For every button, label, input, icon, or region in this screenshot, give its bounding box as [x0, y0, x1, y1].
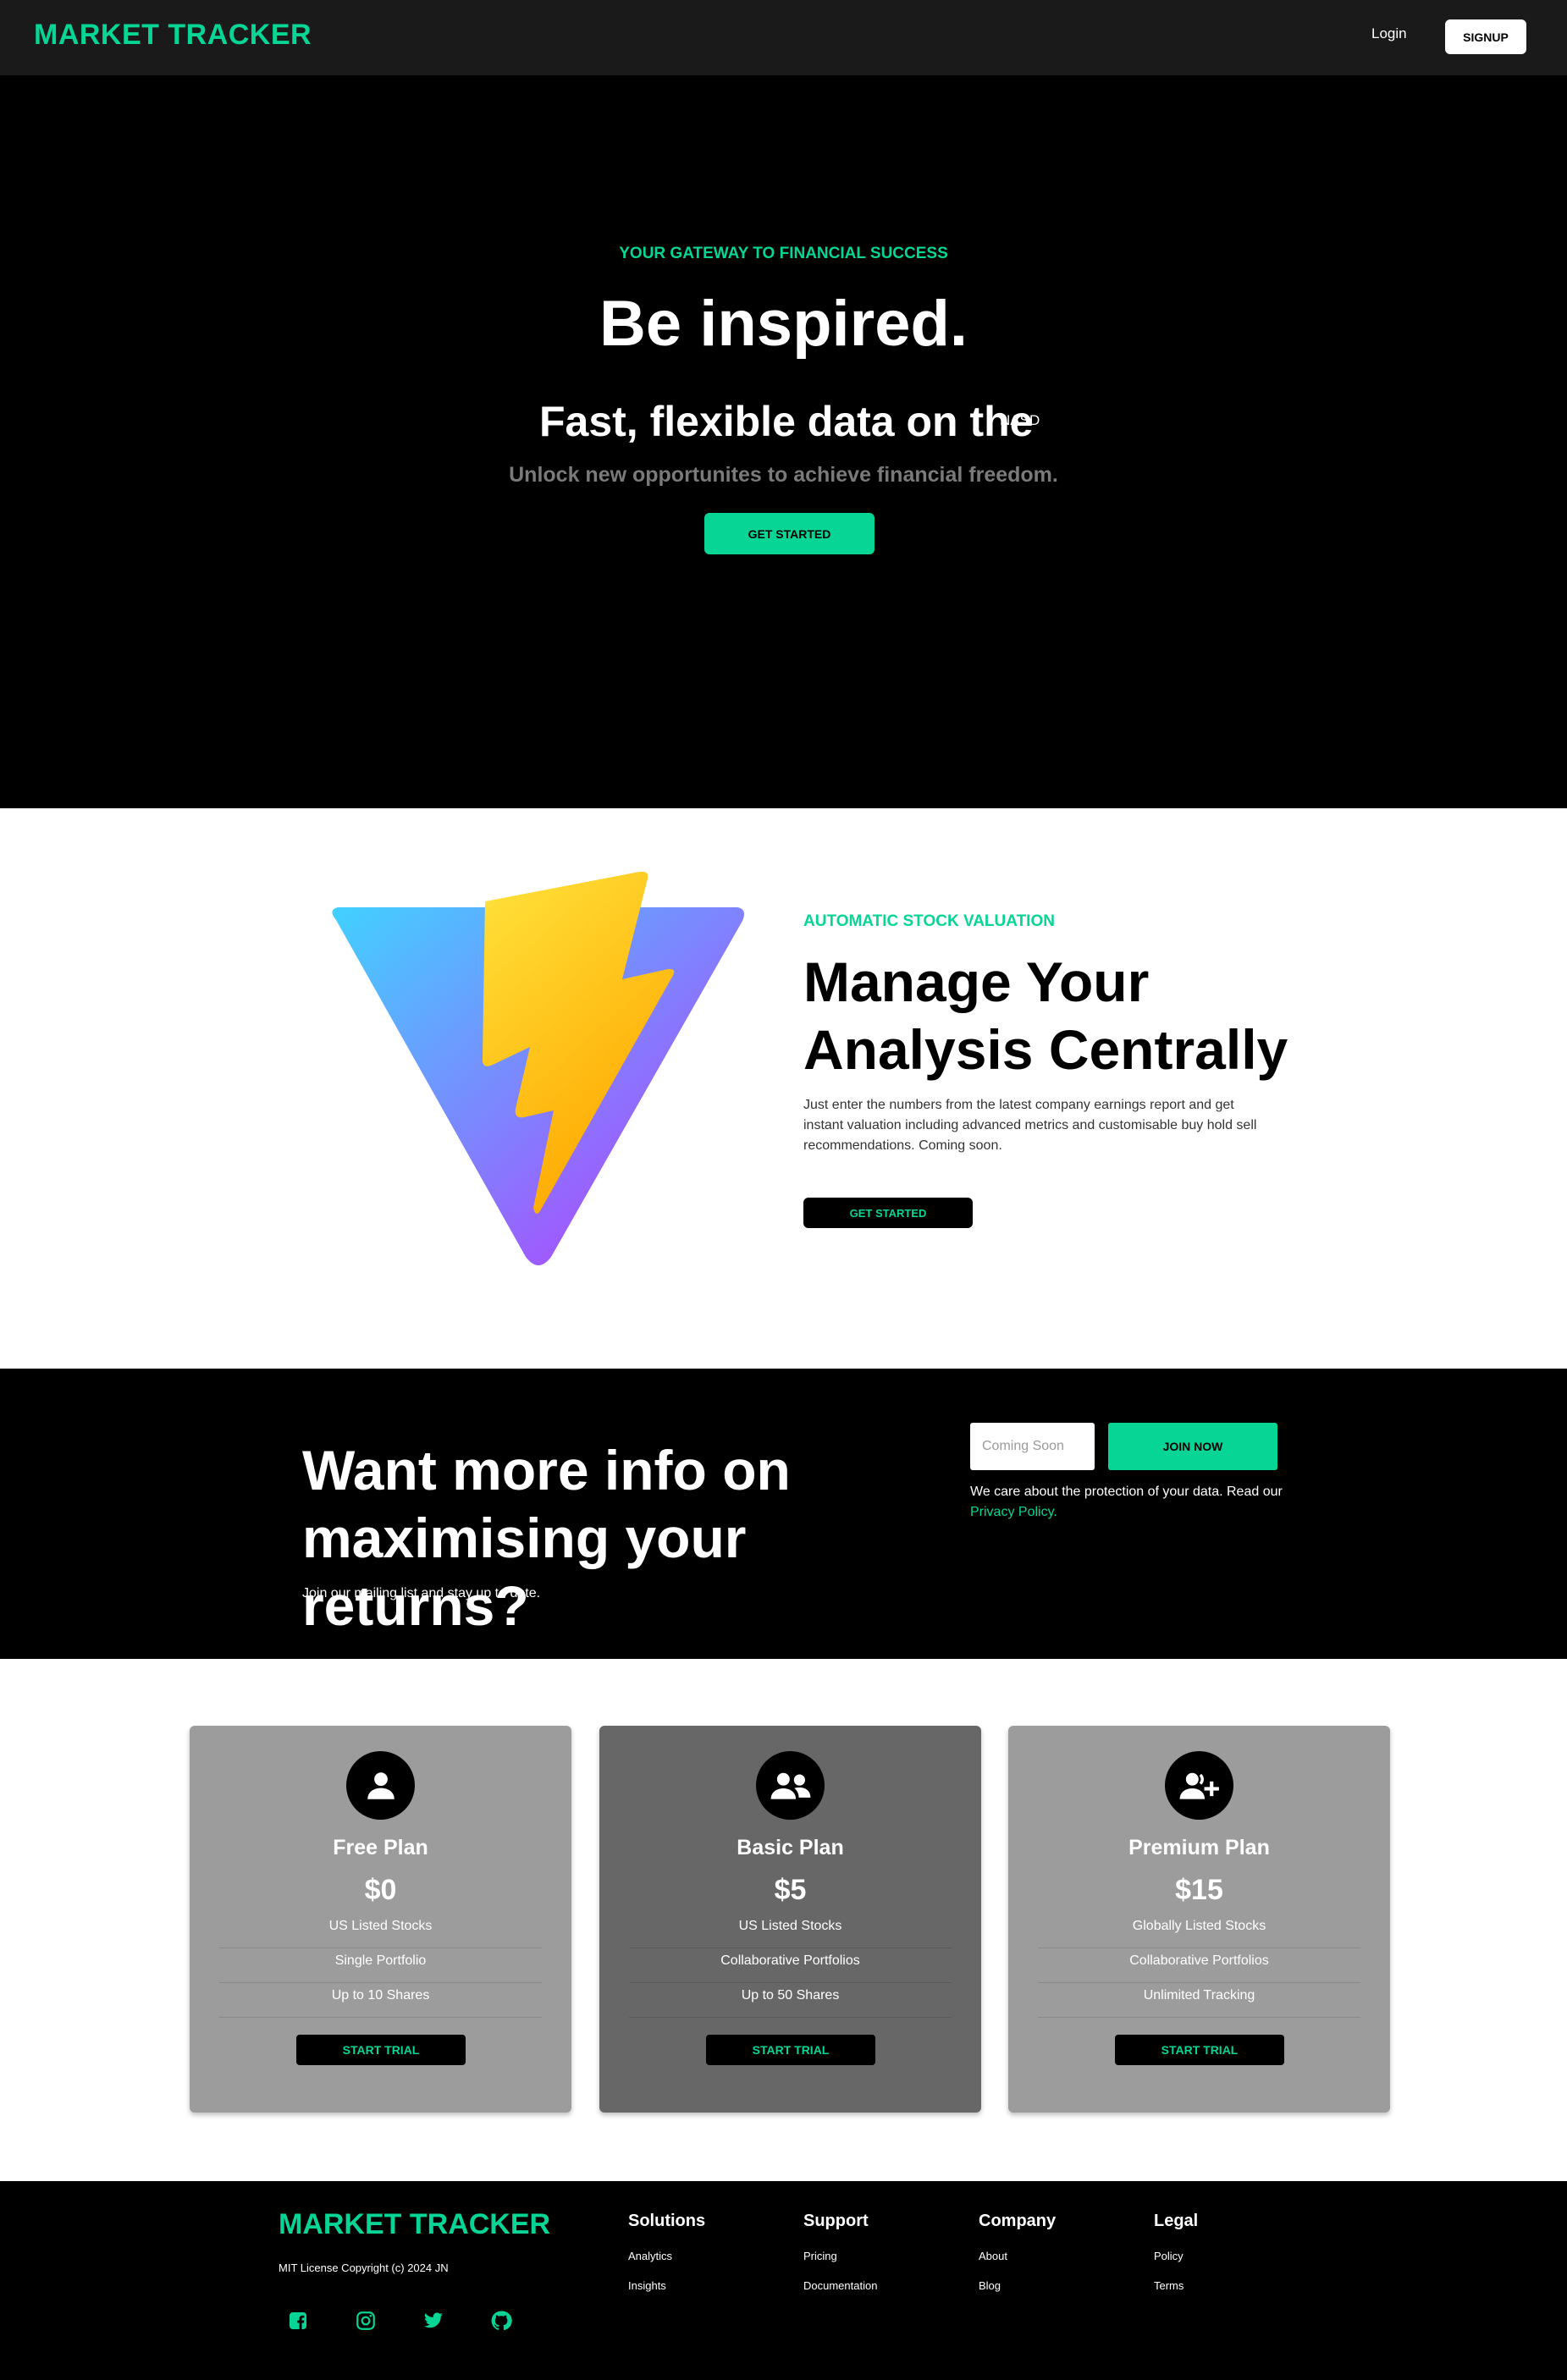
signup-button[interactable]: SIGNUP [1445, 19, 1526, 54]
plan-feature: Collaborative Portfolios [629, 1948, 952, 1983]
brand-logo[interactable]: MARKET TRACKER [34, 19, 312, 52]
plan-name: Premium Plan [1128, 1836, 1270, 1859]
facebook-icon[interactable] [285, 2308, 311, 2333]
footer-column-support: Support Pricing Documentation [803, 2212, 877, 2309]
footer-brand[interactable]: MARKET TRACKER [279, 2208, 550, 2241]
footer-license: MIT License Copyright (c) 2024 JN [279, 2262, 449, 2274]
privacy-notice: We care about the protection of your dat… [970, 1482, 1292, 1523]
start-trial-button[interactable]: START TRIAL [296, 2035, 466, 2065]
plan-features: US Listed Stocks Single Portfolio Up to … [219, 1914, 542, 2018]
hero-ticker: NASD [1000, 412, 1040, 428]
hero-eyebrow: YOUR GATEWAY TO FINANCIAL SUCCESS [619, 245, 948, 262]
pricing-section: Free Plan $0 US Listed Stocks Single Por… [0, 1659, 1567, 2181]
hero-subtitle-row: Fast, flexible data on the NASD [0, 397, 1567, 448]
footer-link[interactable]: Policy [1154, 2250, 1198, 2262]
hero-title: Be inspired. [599, 288, 968, 360]
join-now-button[interactable]: JOIN NOW [1108, 1423, 1277, 1470]
feature-title-line1: Manage Your [803, 950, 1150, 1013]
hero-get-started-button[interactable]: GET STARTED [704, 513, 875, 554]
twitter-icon[interactable] [421, 2308, 446, 2333]
feature-section: AUTOMATIC STOCK VALUATION Manage Your An… [0, 808, 1567, 1369]
hero-lead: Unlock new opportunites to achieve finan… [509, 463, 1058, 487]
plan-feature: Up to 50 Shares [629, 1983, 952, 2018]
top-nav: MARKET TRACKER Login SIGNUP [0, 0, 1567, 75]
plan-price: $15 [1175, 1874, 1223, 1906]
newsletter-subtitle: Join our mailing list and stay up to dat… [302, 1586, 541, 1600]
pricing-card-basic: Basic Plan $5 US Listed Stocks Collabora… [599, 1726, 981, 2113]
footer: MARKET TRACKER MIT License Copyright (c)… [0, 2181, 1567, 2380]
feature-title: Manage Your Analysis Centrally [803, 948, 1311, 1083]
hero-subtitle: Fast, flexible data on the [539, 398, 1034, 445]
login-link[interactable]: Login [1371, 25, 1407, 42]
plan-features: US Listed Stocks Collaborative Portfolio… [629, 1914, 952, 2018]
plan-features: Globally Listed Stocks Collaborative Por… [1038, 1914, 1360, 2018]
footer-link[interactable]: Terms [1154, 2279, 1198, 2292]
footer-column-title: Company [979, 2212, 1057, 2230]
footer-column-title: Solutions [628, 2212, 706, 2230]
privacy-text: We care about the protection of your dat… [970, 1485, 1283, 1499]
footer-link[interactable]: About [979, 2250, 1056, 2262]
feature-eyebrow: AUTOMATIC STOCK VALUATION [803, 912, 1055, 930]
pricing-card-free: Free Plan $0 US Listed Stocks Single Por… [190, 1726, 571, 2113]
user-icon [346, 1751, 415, 1820]
footer-link[interactable]: Documentation [803, 2279, 877, 2292]
plan-feature: Unlimited Tracking [1038, 1983, 1360, 2018]
footer-column-title: Legal [1154, 2212, 1199, 2230]
plan-feature: Collaborative Portfolios [1038, 1948, 1360, 1983]
plan-feature: US Listed Stocks [219, 1914, 542, 1948]
start-trial-button[interactable]: START TRIAL [706, 2035, 875, 2065]
feature-body: Just enter the numbers from the latest c… [803, 1098, 1257, 1153]
newsletter-title-line2: maximising your returns? [302, 1507, 747, 1637]
github-icon[interactable] [488, 2308, 514, 2333]
footer-link[interactable]: Blog [979, 2279, 1056, 2292]
newsletter-title-line1: Want more info on [302, 1439, 791, 1501]
plan-feature: Up to 10 Shares [219, 1983, 542, 2018]
newsletter-email-input[interactable] [970, 1423, 1095, 1470]
footer-column-company: Company About Blog [979, 2212, 1056, 2309]
plan-feature: Single Portfolio [219, 1948, 542, 1983]
newsletter-section: Want more info on maximising your return… [0, 1369, 1567, 1659]
newsletter-title: Want more info on maximising your return… [302, 1436, 979, 1639]
plan-feature: US Listed Stocks [629, 1914, 952, 1948]
feature-get-started-button[interactable]: GET STARTED [803, 1198, 973, 1228]
plan-name: Basic Plan [737, 1836, 844, 1859]
footer-link[interactable]: Pricing [803, 2250, 877, 2262]
footer-column-title: Support [803, 2212, 869, 2230]
plan-price: $0 [364, 1874, 397, 1906]
hero-section: YOUR GATEWAY TO FINANCIAL SUCCESS Be ins… [0, 75, 1567, 808]
vite-lightning-logo-icon [332, 872, 744, 1265]
plan-name: Free Plan [333, 1836, 428, 1859]
footer-column-solutions: Solutions Analytics Insights [628, 2212, 705, 2309]
pricing-card-premium: Premium Plan $15 Globally Listed Stocks … [1008, 1726, 1390, 2113]
start-trial-button[interactable]: START TRIAL [1115, 2035, 1284, 2065]
footer-link[interactable]: Analytics [628, 2250, 705, 2262]
plan-feature: Globally Listed Stocks [1038, 1914, 1360, 1948]
footer-link[interactable]: Insights [628, 2279, 705, 2292]
privacy-policy-link[interactable]: Privacy Policy. [970, 1505, 1057, 1519]
feature-title-line2: Analysis Centrally [803, 1018, 1288, 1081]
users-icon [756, 1751, 825, 1820]
plan-price: $5 [774, 1874, 807, 1906]
user-plus-icon [1165, 1751, 1233, 1820]
footer-column-legal: Legal Policy Terms [1154, 2212, 1198, 2309]
instagram-icon[interactable] [353, 2308, 378, 2333]
